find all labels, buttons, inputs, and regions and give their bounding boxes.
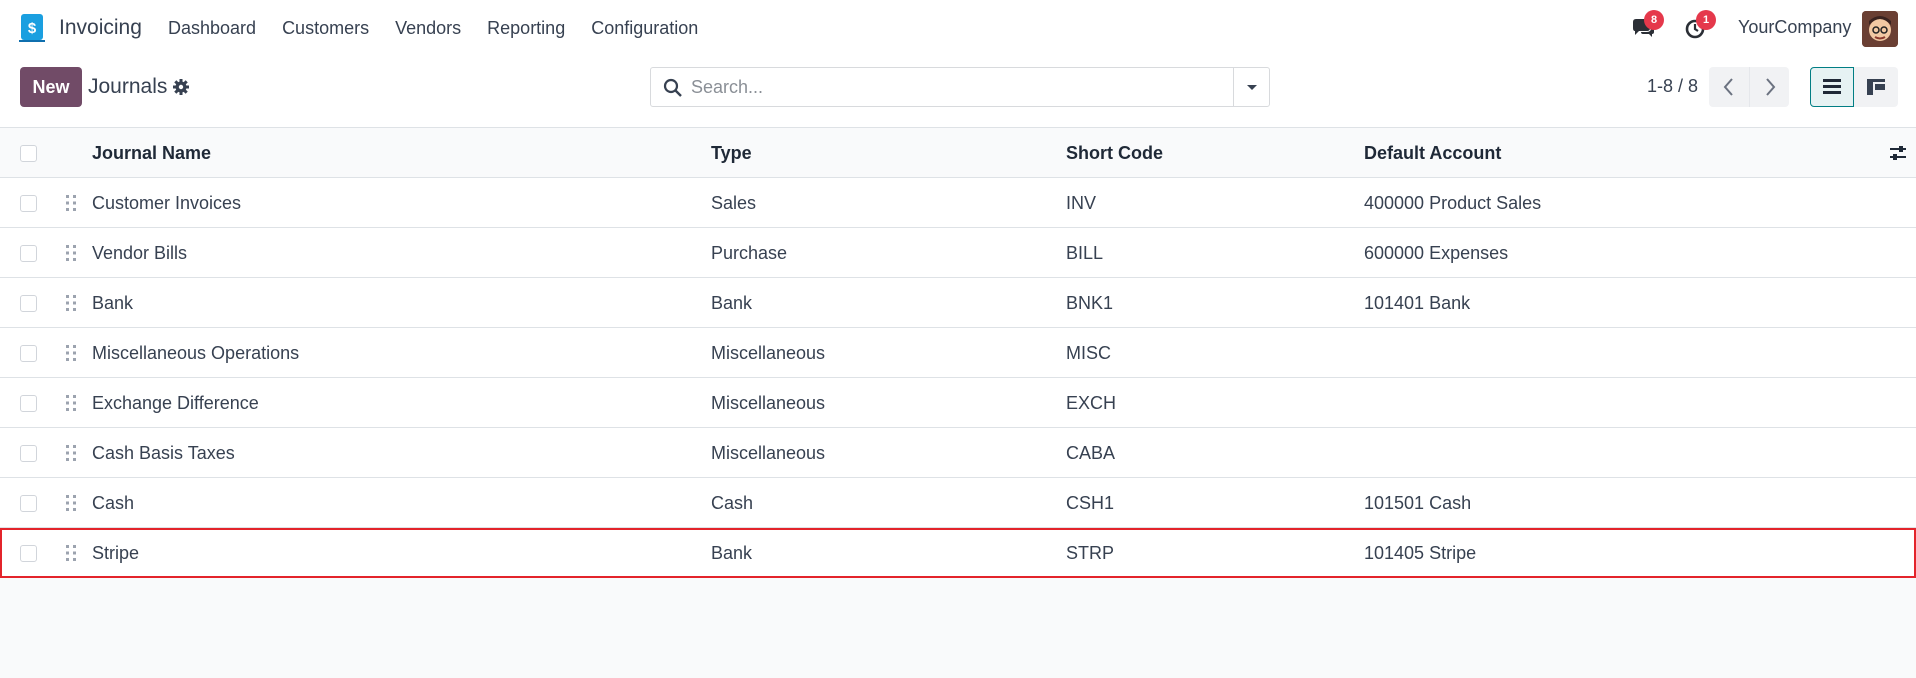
column-short-code[interactable]: Short Code xyxy=(1066,143,1163,164)
drag-handle-icon[interactable] xyxy=(65,544,77,562)
journal-code: BILL xyxy=(1066,243,1104,263)
pager-next-button[interactable] xyxy=(1749,67,1789,107)
caret-down-icon xyxy=(1247,85,1257,90)
chevron-right-icon xyxy=(1766,78,1776,96)
drag-handle-icon[interactable] xyxy=(65,394,77,412)
main-menu: Dashboard Customers Vendors Reporting Co… xyxy=(168,18,724,39)
page-title: Journals xyxy=(88,75,168,98)
journal-code: BNK1 xyxy=(1066,293,1114,313)
kanban-view-icon xyxy=(1867,79,1885,95)
table-row[interactable]: Bank Bank BNK1 101401 Bank xyxy=(0,278,1916,328)
row-checkbox[interactable] xyxy=(20,545,37,562)
journals-table: Journal Name Type Short Code Default Acc… xyxy=(0,128,1916,578)
journal-name: Miscellaneous Operations xyxy=(92,343,300,363)
control-panel: New Journals 1-8 / 8 xyxy=(0,58,1916,128)
optional-columns-icon[interactable] xyxy=(1888,144,1908,162)
pager-value[interactable]: 1-8 / 8 xyxy=(1647,76,1698,97)
svg-text:$: $ xyxy=(28,20,37,37)
row-checkbox[interactable] xyxy=(20,295,37,312)
activities-button[interactable]: 1 xyxy=(1684,10,1716,42)
table-header: Journal Name Type Short Code Default Acc… xyxy=(0,128,1916,178)
row-checkbox[interactable] xyxy=(20,445,37,462)
journal-name: Customer Invoices xyxy=(92,193,242,213)
kanban-view-button[interactable] xyxy=(1854,67,1898,107)
journal-account: 600000 Expenses xyxy=(1364,243,1509,263)
messages-badge: 8 xyxy=(1644,10,1664,30)
journal-account: 101405 Stripe xyxy=(1364,543,1477,563)
search-bar xyxy=(650,67,1270,107)
journal-code: EXCH xyxy=(1066,393,1117,413)
journal-type: Bank xyxy=(711,293,753,313)
drag-handle-icon[interactable] xyxy=(65,244,77,262)
journal-type: Sales xyxy=(711,193,757,213)
table-row[interactable]: Miscellaneous Operations Miscellaneous M… xyxy=(0,328,1916,378)
row-checkbox[interactable] xyxy=(20,345,37,362)
company-switcher[interactable]: YourCompany xyxy=(1738,17,1851,38)
journal-type: Miscellaneous xyxy=(711,443,826,463)
chevron-left-icon xyxy=(1723,78,1733,96)
journal-name: Cash xyxy=(92,493,135,513)
journal-code: CABA xyxy=(1066,443,1116,463)
journal-account: 400000 Product Sales xyxy=(1364,193,1542,213)
search-options-toggle[interactable] xyxy=(1233,68,1269,106)
drag-handle-icon[interactable] xyxy=(65,444,77,462)
row-checkbox[interactable] xyxy=(20,195,37,212)
table-row[interactable]: Exchange Difference Miscellaneous EXCH xyxy=(0,378,1916,428)
search-icon xyxy=(663,78,682,97)
table-row[interactable]: Cash Basis Taxes Miscellaneous CABA xyxy=(0,428,1916,478)
drag-handle-icon[interactable] xyxy=(65,194,77,212)
gear-icon[interactable] xyxy=(172,78,190,96)
journal-name: Stripe xyxy=(92,543,140,563)
select-all-checkbox[interactable] xyxy=(20,145,37,162)
drag-handle-icon[interactable] xyxy=(65,494,77,512)
journal-name: Cash Basis Taxes xyxy=(92,443,235,463)
journal-type: Miscellaneous xyxy=(711,343,826,363)
table-row[interactable]: Customer Invoices Sales INV 400000 Produ… xyxy=(0,178,1916,228)
journal-name: Exchange Difference xyxy=(92,393,259,413)
list-view-button[interactable] xyxy=(1810,67,1854,107)
journal-account: 101401 Bank xyxy=(1364,293,1471,313)
row-checkbox[interactable] xyxy=(20,245,37,262)
journal-type: Purchase xyxy=(711,243,788,263)
table-row[interactable]: Cash Cash CSH1 101501 Cash xyxy=(0,478,1916,528)
journal-code: INV xyxy=(1066,193,1097,213)
drag-handle-icon[interactable] xyxy=(65,294,77,312)
messages-button[interactable]: 8 xyxy=(1630,10,1664,42)
invoicing-logo-icon[interactable]: $ xyxy=(19,14,45,42)
top-navbar: $ Invoicing Dashboard Customers Vendors … xyxy=(0,0,1916,58)
activities-badge: 1 xyxy=(1696,10,1716,30)
new-button[interactable]: New xyxy=(20,67,82,107)
menu-customers[interactable]: Customers xyxy=(282,18,369,39)
list-view-icon xyxy=(1823,79,1841,94)
search-input[interactable] xyxy=(691,68,1251,106)
journal-name: Bank xyxy=(92,293,134,313)
column-type[interactable]: Type xyxy=(711,143,752,164)
avatar-icon xyxy=(1862,11,1898,47)
column-default-account[interactable]: Default Account xyxy=(1364,143,1501,164)
table-row[interactable]: Vendor Bills Purchase BILL 600000 Expens… xyxy=(0,228,1916,278)
menu-reporting[interactable]: Reporting xyxy=(487,18,565,39)
row-checkbox[interactable] xyxy=(20,395,37,412)
journal-type: Bank xyxy=(711,543,753,563)
journal-type: Miscellaneous xyxy=(711,393,826,413)
column-journal-name[interactable]: Journal Name xyxy=(92,143,211,164)
journal-name: Vendor Bills xyxy=(92,243,188,263)
pager-previous-button[interactable] xyxy=(1709,67,1749,107)
journal-code: MISC xyxy=(1066,343,1111,363)
menu-dashboard[interactable]: Dashboard xyxy=(168,18,256,39)
journal-type: Cash xyxy=(711,493,754,513)
menu-vendors[interactable]: Vendors xyxy=(395,18,461,39)
journal-code: STRP xyxy=(1066,543,1115,563)
drag-handle-icon[interactable] xyxy=(65,344,77,362)
menu-configuration[interactable]: Configuration xyxy=(591,18,698,39)
user-avatar[interactable] xyxy=(1862,11,1898,47)
journal-account: 101501 Cash xyxy=(1364,493,1472,513)
row-checkbox[interactable] xyxy=(20,495,37,512)
app-name[interactable]: Invoicing xyxy=(59,16,142,40)
table-row-highlighted[interactable]: Stripe Bank STRP 101405 Stripe xyxy=(0,528,1916,578)
journal-code: CSH1 xyxy=(1066,493,1115,513)
